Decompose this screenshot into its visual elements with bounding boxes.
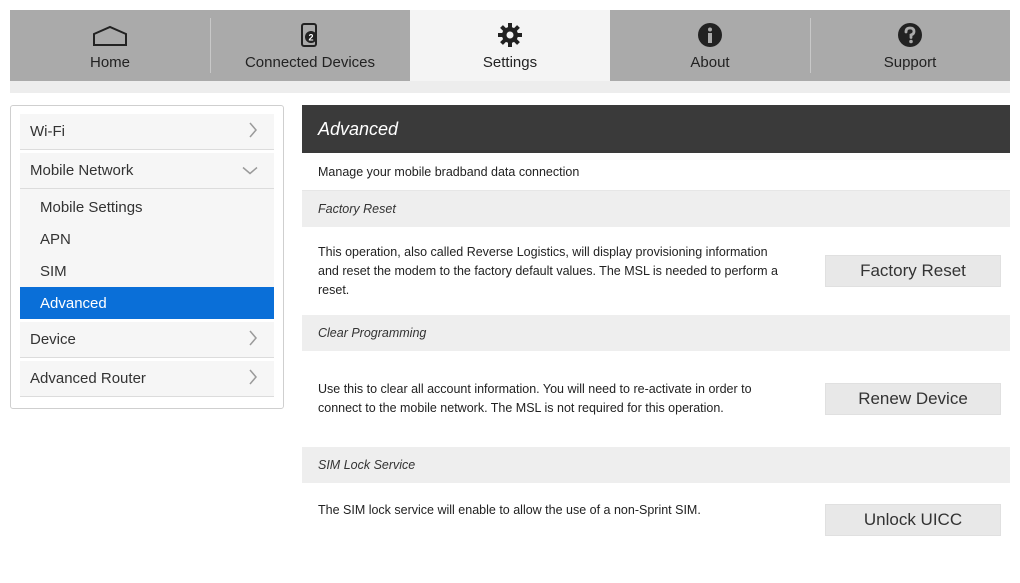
connected-devices-icon: 2 (299, 22, 321, 48)
factory-reset-button[interactable]: Factory Reset (825, 255, 1001, 287)
tab-support-label: Support (883, 54, 937, 71)
settings-sidebar: Wi-Fi Mobile Network Mobile Settings APN… (10, 105, 284, 409)
top-navigation: Home 2 Connected Devices Settings About … (10, 10, 1010, 81)
tab-about[interactable]: About (610, 10, 810, 81)
tab-settings[interactable]: Settings (410, 10, 610, 81)
sidebar-item-mobile-network[interactable]: Mobile Network (20, 153, 274, 189)
section-text: This operation, also called Reverse Logi… (318, 244, 778, 297)
sidebar-item-advanced-router[interactable]: Advanced Router (20, 361, 274, 397)
chevron-down-icon (242, 162, 258, 179)
page-description: Manage your mobile bradband data connect… (302, 153, 1010, 191)
section-factory-reset: This operation, also called Reverse Logi… (302, 227, 1010, 315)
info-icon (697, 22, 723, 48)
renew-device-button[interactable]: Renew Device (825, 383, 1001, 415)
sidebar-item-wifi[interactable]: Wi-Fi (20, 114, 274, 150)
tab-connected-devices[interactable]: 2 Connected Devices (210, 10, 410, 81)
tab-support[interactable]: Support (810, 10, 1010, 81)
advanced-panel: Advanced Manage your mobile bradband dat… (302, 105, 1010, 583)
section-text: The SIM lock service will enable to allo… (318, 503, 701, 517)
gear-icon (497, 22, 523, 48)
unlock-uicc-button[interactable]: Unlock UICC (825, 504, 1001, 536)
sidebar-item-label: Device (30, 331, 76, 348)
page-title: Advanced (302, 105, 1010, 153)
sidebar-subitem-advanced[interactable]: Advanced (20, 287, 274, 319)
section-heading-sim-lock: SIM Lock Service (302, 447, 1010, 483)
section-text: Use this to clear all account informatio… (318, 382, 752, 415)
sidebar-subitem-apn[interactable]: APN (20, 223, 274, 255)
tab-connected-devices-label: Connected Devices (244, 54, 376, 71)
sidebar-item-label: Advanced Router (30, 370, 146, 387)
tab-settings-label: Settings (482, 54, 538, 71)
home-icon (90, 22, 130, 48)
section-sim-lock: The SIM lock service will enable to allo… (302, 483, 1010, 555)
chevron-right-icon (248, 369, 258, 389)
section-heading-factory-reset: Factory Reset (302, 191, 1010, 227)
section-clear-programming: Use this to clear all account informatio… (302, 351, 1010, 447)
nav-divider-strip (10, 81, 1010, 93)
sidebar-subitem-sim[interactable]: SIM (20, 255, 274, 287)
tab-home[interactable]: Home (10, 10, 210, 81)
chevron-right-icon (248, 330, 258, 350)
help-icon (897, 22, 923, 48)
tab-home-label: Home (89, 54, 130, 71)
sidebar-subitem-mobile-settings[interactable]: Mobile Settings (20, 191, 274, 223)
tab-about-label: About (690, 54, 730, 71)
section-heading-clear-programming: Clear Programming (302, 315, 1010, 351)
sidebar-item-label: Wi-Fi (30, 123, 65, 140)
chevron-right-icon (248, 122, 258, 142)
mobile-network-submenu: Mobile Settings APN SIM Advanced (20, 189, 274, 319)
sidebar-item-device[interactable]: Device (20, 322, 274, 358)
sidebar-item-label: Mobile Network (30, 162, 134, 179)
connected-devices-badge: 2 (308, 33, 313, 43)
